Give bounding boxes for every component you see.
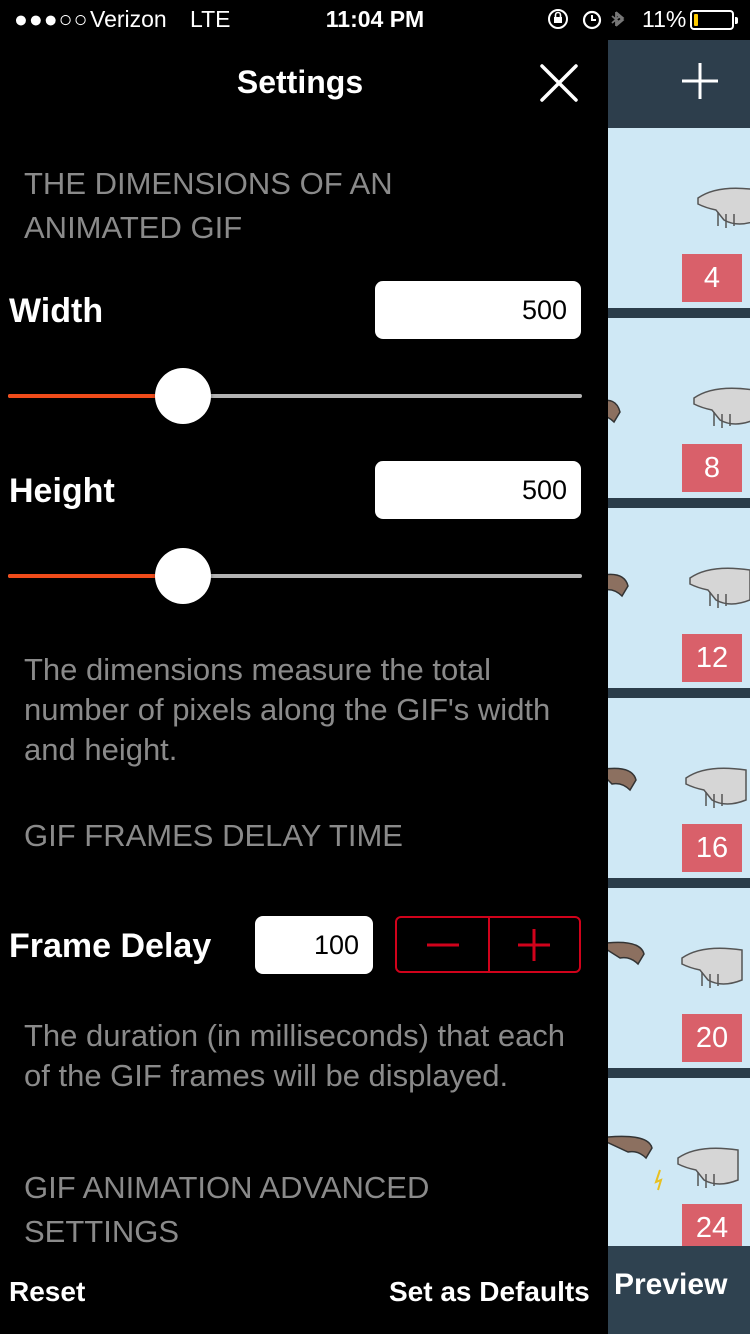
width-field[interactable]: 500 [375,281,581,339]
close-icon [540,64,578,102]
status-icons [546,6,630,38]
delay-description: The duration (in milliseconds) that each… [24,1018,566,1093]
close-button[interactable] [536,60,582,106]
slider-thumb[interactable] [155,548,211,604]
frame-delay-field[interactable]: 100 [255,916,373,974]
frame-number-badge: 20 [682,1014,742,1062]
slider-thumb[interactable] [155,368,211,424]
decrement-button[interactable] [397,918,488,971]
plus-icon [518,929,550,961]
frame-cell[interactable]: 8 [608,318,750,508]
height-slider[interactable] [8,548,582,604]
height-label: Height [9,472,115,510]
reset-button[interactable]: Reset [9,1276,85,1308]
frame-cell[interactable]: 24 [608,1078,750,1268]
battery-percentage: 11% [642,6,687,32]
width-label: Width [9,292,104,330]
dimensions-description: The dimensions measure the total number … [24,652,551,767]
frame-cell[interactable]: 16 [608,698,750,888]
battery-fill [694,14,698,26]
background-frames-view: 4 8 12 16 20 24 Preview [608,40,750,1334]
height-field[interactable]: 500 [375,461,581,519]
frame-cell[interactable]: 12 [608,508,750,698]
preview-button[interactable]: Preview [614,1268,727,1302]
frame-number-badge: 4 [682,254,742,302]
add-frame-icon[interactable] [680,54,720,110]
battery-icon [690,10,738,30]
status-system-icons [548,9,625,30]
preview-bar: Preview [608,1246,750,1334]
page-title: Settings [236,64,364,100]
battery-nub [735,17,738,24]
delay-section-header: GIF FRAMES DELAY TIME [24,818,403,853]
frame-cell[interactable]: 20 [608,888,750,1078]
status-bar: ●●●○○ Verizon LTE 11:04 PM 11% [0,0,750,40]
advanced-section-header: GIF ANIMATION ADVANCED SETTINGS [24,1170,430,1249]
status-time: 11:04 PM [325,6,425,32]
increment-button[interactable] [490,918,581,971]
frame-number-badge: 8 [682,444,742,492]
frame-cell[interactable]: 4 [608,128,750,318]
frames-top-bar [608,40,750,128]
width-slider[interactable] [8,368,582,424]
frame-number-badge: 24 [682,1204,742,1252]
frame-delay-stepper [395,916,581,973]
frame-delay-label: Frame Delay [9,927,212,965]
dimensions-section-header: THE DIMENSIONS OF AN ANIMATED GIF [24,166,393,245]
frame-number-badge: 16 [682,824,742,872]
settings-panel: Settings THE DIMENSIONS OF AN ANIMATED G… [0,40,608,1334]
minus-icon [427,943,459,947]
set-as-defaults-button[interactable]: Set as Defaults [389,1276,590,1308]
frame-number-badge: 12 [682,634,742,682]
